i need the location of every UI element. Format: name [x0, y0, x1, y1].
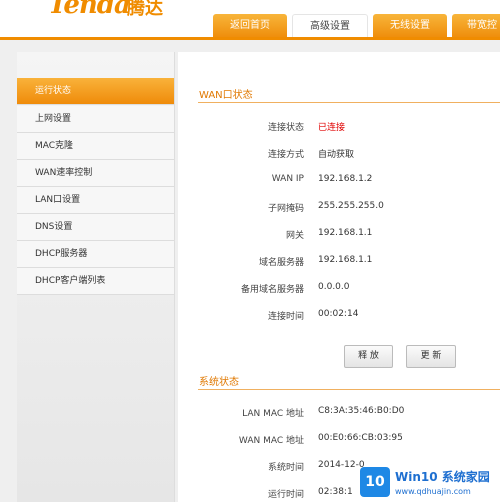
system-time-value: 2014-12-0: [318, 460, 365, 470]
system-row-label: 系统时间: [267, 463, 304, 473]
main-panel: WAN口状态 连接状态 已连接 连接方式 自动获取 WAN IP 192.168…: [178, 52, 500, 502]
wan-row-label: 子网掩码: [267, 204, 304, 214]
tab-advanced-settings[interactable]: 高级设置: [292, 14, 368, 38]
system-title-divider: [198, 389, 500, 390]
tenda-logo-cn: 腾达: [127, 0, 163, 19]
wan-row-label: 连接时间: [267, 312, 304, 322]
connection-status-value: 已连接: [318, 123, 346, 133]
sidebar-item-dhcp-client-list[interactable]: DHCP客户端列表: [17, 268, 174, 295]
system-status-title: 系统状态: [199, 377, 239, 388]
uptime-value: 02:38:1: [318, 487, 353, 497]
dns-server-value: 192.168.1.1: [318, 255, 373, 265]
wan-row-label: WAN IP: [271, 174, 304, 184]
tab-wireless-settings[interactable]: 无线设置: [373, 14, 447, 37]
header: Tenda 腾达 返回首页 高级设置 无线设置 带宽控: [0, 0, 500, 38]
lan-mac-value: C8:3A:35:46:B0:D0: [318, 406, 405, 416]
sidebar-item-running-status[interactable]: 运行状态: [17, 78, 174, 105]
sidebar-item-internet-settings[interactable]: 上网设置: [17, 106, 174, 133]
system-row-label: LAN MAC 地址: [242, 409, 304, 419]
tenda-logo: Tenda: [48, 0, 131, 20]
watermark-url: www.qdhuajin.com: [395, 487, 471, 496]
win10-logo-icon: 10: [360, 467, 390, 497]
connection-time-value: 00:02:14: [318, 309, 359, 319]
system-row-label: WAN MAC 地址: [238, 436, 304, 446]
site-watermark: 10 Win10 系统家园 www.qdhuajin.com: [360, 465, 500, 502]
sidebar-item-dhcp-server[interactable]: DHCP服务器: [17, 241, 174, 268]
sidebar-item-dns-settings[interactable]: DNS设置: [17, 214, 174, 241]
sidebar-item-wan-rate-control[interactable]: WAN速率控制: [17, 160, 174, 187]
wan-row-label: 域名服务器: [258, 258, 304, 268]
wan-title-divider: [198, 102, 500, 103]
wan-status-title: WAN口状态: [199, 90, 253, 101]
wan-row-label: 连接状态: [267, 123, 304, 133]
sidebar-item-lan-settings[interactable]: LAN口设置: [17, 187, 174, 214]
backup-dns-value: 0.0.0.0: [318, 282, 350, 292]
wan-row-label: 备用域名服务器: [240, 285, 304, 295]
sidebar: 运行状态 上网设置 MAC克隆 WAN速率控制 LAN口设置 DNS设置 DHC…: [17, 52, 175, 502]
connection-mode-value: 自动获取: [318, 150, 355, 160]
subnet-mask-value: 255.255.255.0: [318, 201, 384, 211]
watermark-title: Win10 系统家园: [395, 470, 490, 484]
wan-row-label: 网关: [285, 231, 304, 241]
wan-row-label: 连接方式: [267, 150, 304, 160]
tab-bandwidth-control[interactable]: 带宽控: [452, 14, 500, 37]
renew-button[interactable]: 更 新: [406, 345, 456, 368]
system-row-label: 运行时间: [267, 490, 304, 500]
header-divider: [0, 37, 500, 40]
tab-home[interactable]: 返回首页: [213, 14, 287, 37]
gateway-value: 192.168.1.1: [318, 228, 373, 238]
sidebar-item-mac-clone[interactable]: MAC克隆: [17, 133, 174, 160]
wan-mac-value: 00:E0:66:CB:03:95: [318, 433, 403, 443]
release-button[interactable]: 释 放: [344, 345, 393, 368]
wan-ip-value: 192.168.1.2: [318, 174, 373, 184]
